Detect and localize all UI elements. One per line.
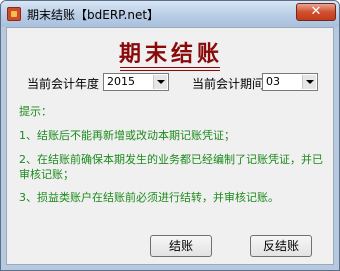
unsettle-button[interactable]: 反结账 [250, 235, 312, 257]
settle-button[interactable]: 结账 [150, 235, 212, 257]
chevron-down-icon[interactable] [153, 75, 167, 89]
chevron-down-icon[interactable] [302, 75, 316, 89]
tip-item-2: 2、在结账前确保本期发生的业务都已经编制了记账凭证，并已审核记账； [19, 153, 323, 181]
period-select[interactable]: 03 [262, 73, 318, 91]
period-select-value: 03 [266, 75, 280, 88]
close-button[interactable]: ✕ [296, 3, 336, 21]
period-label: 当前会计期间 [192, 77, 265, 91]
year-select[interactable]: 2015 [103, 73, 169, 91]
tips-title: 提示： [19, 105, 52, 118]
dialog-body: 期末结账 当前会计年度 2015 当前会计期间 03 提示： 1、结账后不能再新… [6, 27, 334, 265]
dialog-window: 期末结账【bdERP.net】 ✕ 期末结账 当前会计年度 2015 当前会计期… [0, 0, 340, 271]
tip-item-1: 1、结账后不能再新增或改动本期记账凭证； [19, 129, 235, 142]
page-title: 期末结账 [118, 41, 223, 67]
title-underline [120, 67, 220, 68]
tip-item-3: 3、损益类账户在结账前必须进行结转，并审核记账。 [19, 191, 279, 204]
title-bar[interactable]: 期末结账【bdERP.net】 ✕ [1, 1, 339, 27]
app-icon [7, 7, 21, 21]
window-title: 期末结账【bdERP.net】 [27, 8, 160, 22]
title-underline-double [120, 70, 220, 71]
year-select-value: 2015 [107, 75, 135, 88]
year-label: 当前会计年度 [27, 77, 100, 91]
